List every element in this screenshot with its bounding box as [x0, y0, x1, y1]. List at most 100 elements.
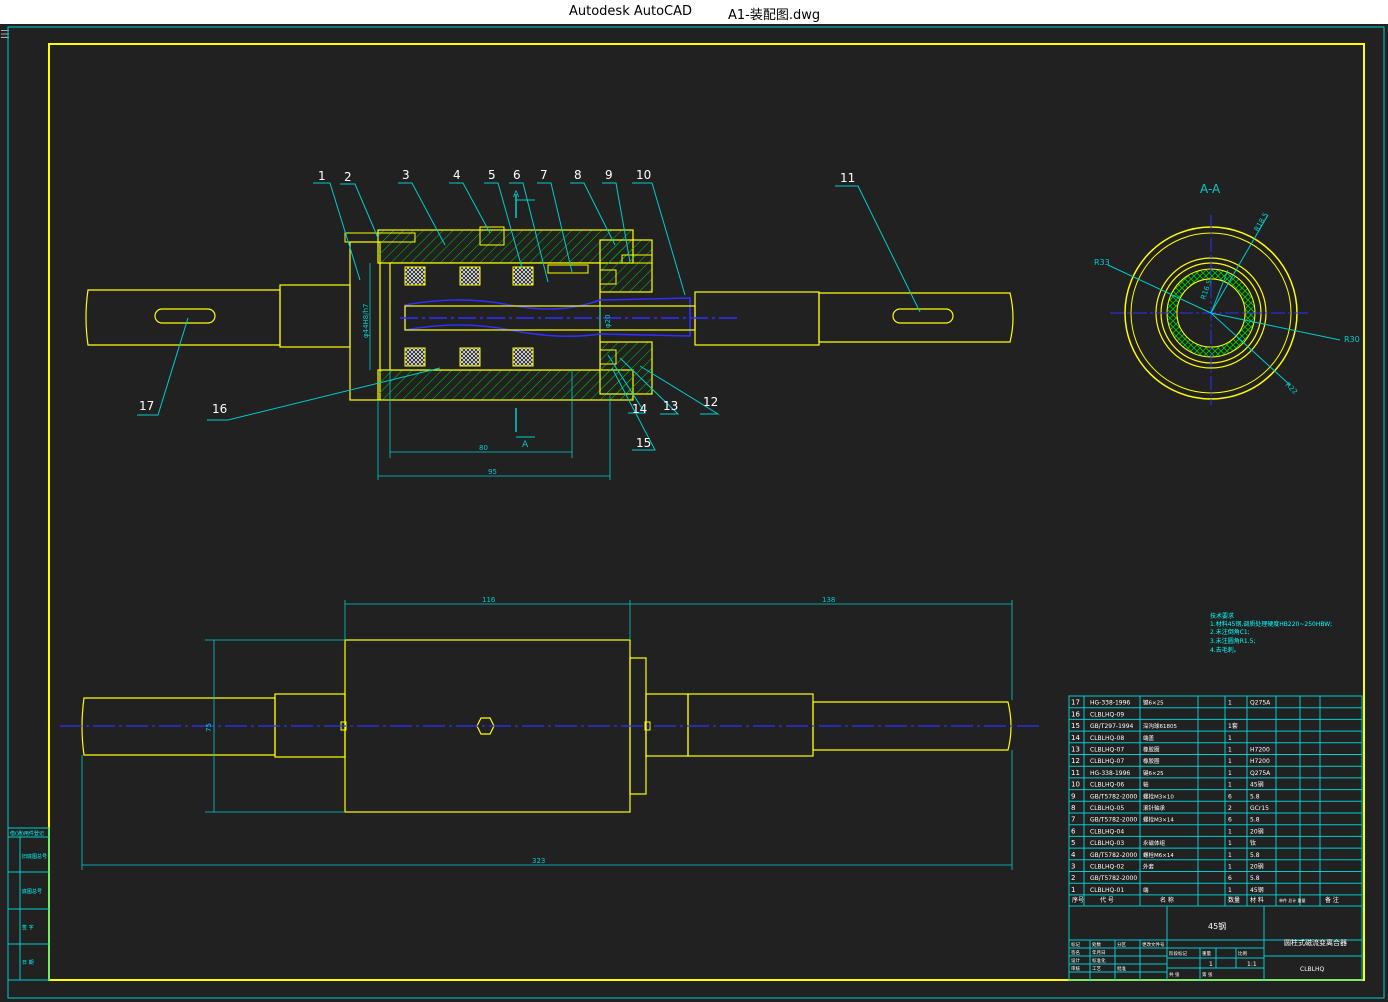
bom-header-weight: 单件 总计 重量 [1279, 897, 1306, 903]
title-block-cell: 标记 [1071, 941, 1080, 948]
title-sheet-count: 1 [1209, 961, 1213, 968]
bom-cell-no: 10 [1071, 781, 1080, 789]
title-block-cell: 设计 [1071, 957, 1080, 964]
bom-cell-qty: 1 [1228, 700, 1232, 707]
cut-mark-bottom: A [522, 440, 529, 450]
bom-cell-name: 永磁体组 [1143, 839, 1166, 847]
balloon-4: 4 [453, 168, 461, 182]
bom-cell-no: 7 [1071, 816, 1075, 824]
bom-cell-mat: Q275A [1250, 770, 1271, 777]
bom-table: 17 HG-338-1996 键6×25 1 Q275A16 CLBLHQ-0915 GB/… [1068, 695, 1363, 981]
bom-cell-mat: Q275A [1250, 700, 1271, 707]
balloon-3: 3 [402, 168, 410, 182]
tech-notes: 技术要求 1.材料45钢,调质处理硬度HB220~250HBW; 2.未注倒角C… [1210, 612, 1332, 654]
bom-cell-qty: 6 [1228, 875, 1232, 882]
title-block: 45钢 圆柱式磁流变离合器 CLBLHQ 1:1 1 标记 处数 分区 更改文件号签名… [1069, 906, 1362, 980]
section-label: A-A [1200, 182, 1221, 196]
balloon-11: 11 [840, 171, 855, 185]
title-material: 45钢 [1208, 921, 1226, 931]
bom-cell-mat: GCr15 [1250, 805, 1269, 812]
bom-cell-qty: 6 [1228, 793, 1232, 800]
app-name: Autodesk AutoCAD [569, 4, 693, 19]
outline-housing [344, 639, 631, 813]
bom-cell-no: 6 [1071, 827, 1076, 835]
bom-cell-code: GB/T297-1994 [1090, 723, 1134, 730]
title-block-cell: 阶段标记 [1169, 950, 1187, 957]
housing-bottom [377, 369, 634, 401]
title-block-cell: 比例 [1238, 950, 1247, 957]
title-block-cell: 工艺 [1092, 966, 1101, 972]
bom-cell-code: CLBLHQ-07 [1090, 747, 1124, 754]
bom-cell-code: CLBLHQ-07 [1090, 758, 1124, 765]
title-block-cell: 更改文件号 [1142, 941, 1165, 948]
bom-header-remark: 备 注 [1325, 896, 1339, 904]
bom-cell-code: CLBLHQ-01 [1090, 887, 1124, 894]
radius-r22: R22 [1284, 381, 1299, 396]
left-strip-row-2: 底图总号 [22, 888, 42, 895]
bom-cell-code: HG-338-1996 [1090, 770, 1130, 777]
bom-cell-name: 深沟球61805 [1143, 722, 1177, 730]
bom-cell-mat: 5.8 [1250, 793, 1260, 800]
balloon-15: 15 [636, 436, 651, 450]
bom-cell-code: CLBLHQ-02 [1090, 864, 1124, 871]
bom-cell-name: 橡胶圈 [1143, 746, 1160, 754]
bom-cell-name: 端 [1143, 886, 1149, 894]
balloon-13: 13 [663, 399, 678, 413]
right-keyway [892, 308, 954, 324]
left-registration-strip [7, 827, 50, 981]
bom-cell-code: GB/T5782-2000 [1090, 793, 1137, 800]
radius-r30: R30 [1344, 335, 1360, 344]
bom-header-no: 序号 [1072, 896, 1084, 904]
title-block-cell: 标准化 [1092, 957, 1106, 964]
balloon-17: 17 [139, 399, 154, 413]
title-drawing-name: 圆柱式磁流变离合器 [1284, 938, 1347, 947]
bom-cell-qty: 2 [1228, 805, 1232, 812]
bom-cell-name: 轴 [1143, 781, 1149, 789]
dim-dia-shaft: φ20 [604, 314, 612, 328]
title-block-cell: 年月日 [1092, 949, 1106, 956]
bom-cell-qty: 1 [1228, 782, 1232, 789]
bom-cell-code: CLBLHQ-06 [1090, 782, 1124, 789]
tech-note-4: 4.去毛刺。 [1210, 646, 1240, 654]
bom-cell-qty: 1 [1228, 828, 1232, 835]
bom-cell-qty: 1 [1228, 770, 1232, 777]
bom-cell-no: 14 [1071, 734, 1080, 742]
bom-cell-name: 螺栓M6×14 [1143, 851, 1174, 859]
bom-cell-no: 1 [1071, 886, 1075, 894]
left-strip-row-1: 旧底图总号 [22, 853, 47, 860]
bom-cell-no: 13 [1071, 746, 1080, 754]
bom-cell-mat: 20钢 [1250, 827, 1264, 835]
balloon-8: 8 [574, 168, 582, 182]
housing-top [377, 229, 634, 264]
dim-95: 95 [488, 468, 497, 476]
drawing-canvas[interactable]: 80 95 φ44H8/h7 φ20 A A 1 2 3 4 5 6 7 8 9… [0, 24, 1388, 1002]
radius-r33: R33 [1094, 258, 1110, 267]
bom-cell-qty: 1套 [1228, 722, 1238, 730]
bom-cell-qty: 1 [1228, 887, 1232, 894]
bom-cell-mat: 20钢 [1250, 863, 1264, 871]
dim-138: 138 [822, 596, 835, 604]
bom-cell-no: 4 [1071, 851, 1076, 859]
bom-cell-mat: H7200 [1250, 758, 1270, 765]
dim-dia-main: φ44H8/h7 [362, 304, 370, 339]
section-a-a-view [1107, 214, 1341, 405]
bom-cell-name: 键6×25 [1143, 769, 1164, 777]
bom-cell-no: 12 [1071, 757, 1080, 765]
bom-cell-mat: 钕 [1250, 839, 1256, 847]
title-scale: 1:1 [1247, 961, 1257, 968]
file-name: A1-装配图.dwg [728, 8, 821, 23]
dim-323: 323 [532, 857, 545, 865]
title-block-cell: 第 张 [1202, 971, 1213, 978]
window-title-bar: Autodesk AutoCAD A1-装配图.dwg [0, 0, 1388, 24]
title-block-cell: 批准 [1117, 965, 1126, 972]
tech-note-1: 1.材料45钢,调质处理硬度HB220~250HBW; [1210, 620, 1332, 628]
bom-cell-name: 螺栓M3×10 [1143, 792, 1174, 800]
bom-cell-code: CLBLHQ-09 [1090, 711, 1124, 718]
balloon-5: 5 [488, 168, 496, 182]
title-block-cell: 分区 [1117, 941, 1126, 948]
left-keyway [154, 308, 216, 324]
bom-cell-mat: 5.8 [1250, 875, 1260, 882]
left-strip-top: 借(通)用件登记 [10, 830, 44, 837]
bom-cell-qty: 1 [1228, 735, 1232, 742]
bom-header-code: 代 号 [1100, 896, 1114, 904]
